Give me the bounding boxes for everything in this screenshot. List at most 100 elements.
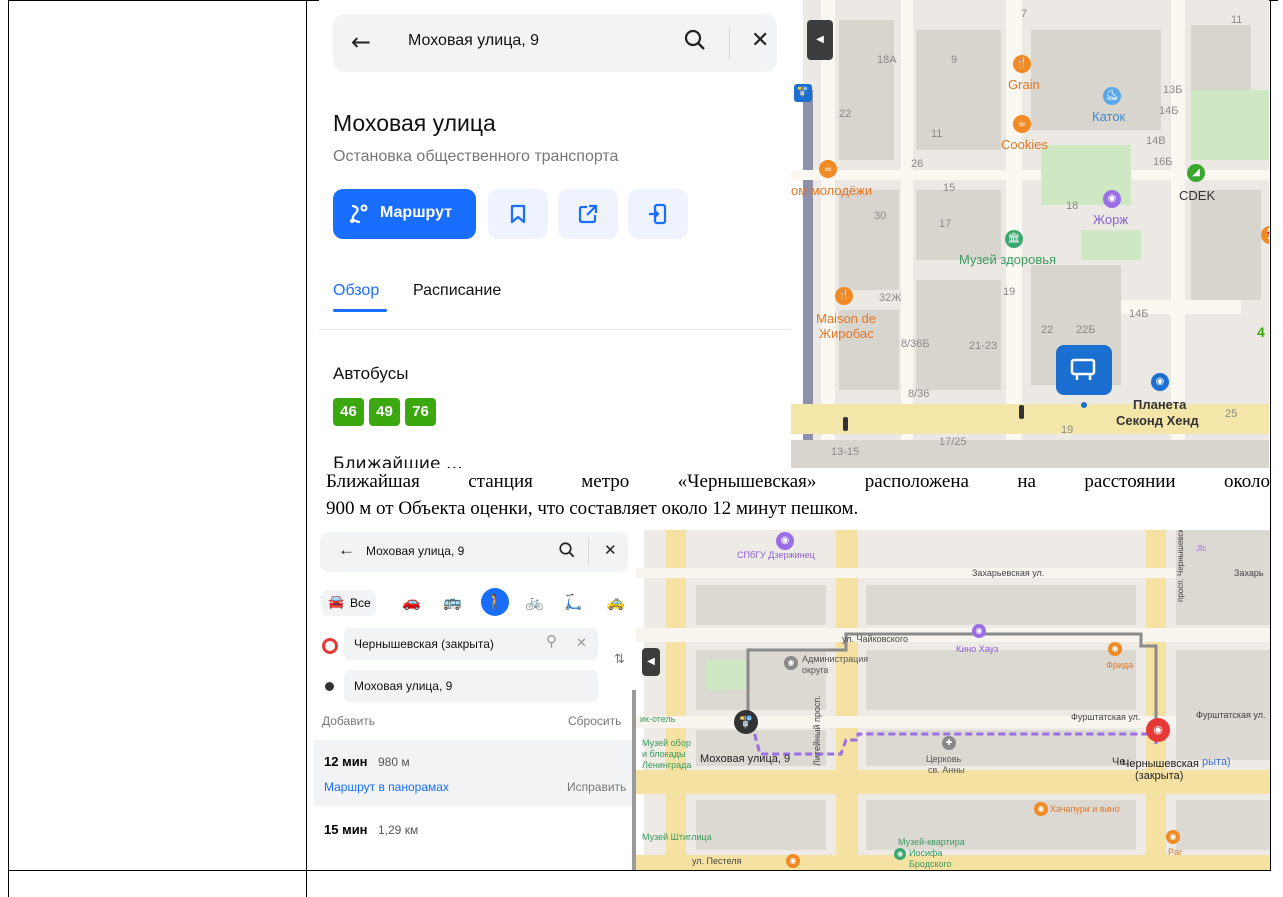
share-button[interactable] <box>558 189 618 239</box>
bus-stop-pin-dot <box>1081 402 1087 408</box>
cafe-icon[interactable]: ☕ <box>819 160 837 178</box>
swap-icon[interactable]: ⇅ <box>614 652 625 667</box>
search-input[interactable]: Моховая улица, 9 <box>408 32 539 50</box>
route-result[interactable]: 15 мин 1,29 км <box>314 808 636 852</box>
poi-label-khachapuri[interactable]: Хачапури и вино <box>1050 804 1120 814</box>
delivery-icon[interactable]: ◢ <box>1187 164 1205 182</box>
search-input[interactable]: Моховая улица, 9 <box>366 544 464 558</box>
back-arrow-icon[interactable]: ← <box>338 540 355 560</box>
poi-label-dom-molodezhi[interactable]: ом молодёжи <box>791 183 872 198</box>
poi-label-administration[interactable]: Администрация <box>802 654 868 664</box>
clear-icon[interactable]: ✕ <box>576 635 587 651</box>
search-icon[interactable] <box>683 28 707 56</box>
poi-label-cookies[interactable]: Cookies <box>1001 137 1048 152</box>
restaurant-icon[interactable]: 🍴 <box>1013 55 1031 73</box>
church-icon[interactable]: ✚ <box>942 736 956 750</box>
poi-label-katok[interactable]: Каток <box>1092 109 1125 124</box>
museum-icon[interactable]: 🏛 <box>1005 230 1023 248</box>
scooter-mode-icon[interactable]: 🛴 <box>564 593 583 611</box>
to-field[interactable]: Моховая улица, 9 <box>344 670 598 702</box>
shop-icon[interactable]: ◉ <box>1151 373 1169 391</box>
museum-icon[interactable]: ◉ <box>894 848 906 860</box>
bus-route-badge[interactable]: 49 <box>369 398 400 426</box>
route-button[interactable]: Маршрут <box>333 189 476 239</box>
walk-mode-icon[interactable]: 🚶 <box>481 588 509 616</box>
poi-label-grain[interactable]: Grain <box>1008 77 1040 92</box>
poi-label-museum[interactable]: Музей-квартира <box>898 837 965 847</box>
bus-route-badge[interactable]: 46 <box>333 398 364 426</box>
poi-label-cdek[interactable]: CDEK <box>1179 188 1215 203</box>
bus-stop-marker[interactable] <box>1056 345 1112 395</box>
search-bar[interactable]: ← Моховая улица, 9 ✕ <box>333 14 777 72</box>
search-icon[interactable] <box>558 541 576 564</box>
add-point-link[interactable]: Добавить <box>322 714 375 728</box>
house-number: 17/25 <box>939 436 967 448</box>
bike-mode-icon[interactable]: 🚲 <box>525 593 544 611</box>
restaurant-icon[interactable]: 🍴 <box>835 287 853 305</box>
route-result-selected[interactable]: 12 мин 980 м Маршрут в панорамах Исправи… <box>314 740 636 806</box>
tab-overview[interactable]: Обзор <box>333 282 379 300</box>
skating-icon[interactable]: ⛸ <box>1103 87 1121 105</box>
university-icon[interactable]: ◉ <box>776 532 794 550</box>
cafe-icon[interactable]: ☕ <box>1013 115 1031 133</box>
poi-label-museum[interactable]: Музей Штиглица <box>642 832 712 842</box>
cinema-icon[interactable]: ◉ <box>972 624 986 638</box>
reset-link[interactable]: Сбросить <box>568 714 621 728</box>
fix-route-link[interactable]: Исправить <box>567 780 626 794</box>
poi-label-museum[interactable]: Музей обор <box>642 738 691 748</box>
cafe-icon[interactable]: ◉ <box>1166 830 1180 844</box>
poi-label-museum[interactable]: Музей здоровья <box>959 252 1056 267</box>
map-screenshot-stop-card: ← Моховая улица, 9 ✕ Моховая улица Остан… <box>319 0 1269 468</box>
poi-label-planeta[interactable]: Планета <box>1133 397 1186 412</box>
mode-all-button[interactable]: 🚘 Все <box>322 590 376 616</box>
entertainment-icon[interactable]: ◉ <box>1103 190 1121 208</box>
from-field[interactable]: Чернышевская (закрыта) ⚲ ✕ <box>344 628 598 660</box>
bus-stop-icon[interactable]: 🚏 <box>794 84 812 102</box>
poi-label-museum[interactable]: Бродского <box>909 859 952 869</box>
route-search-bar[interactable]: ← Моховая улица, 9 ✕ <box>320 532 628 572</box>
taxi-mode-icon[interactable]: 🚕 <box>606 593 625 611</box>
poi-label-zhirobas[interactable]: Жиробас <box>819 326 874 341</box>
origin-label[interactable]: Чернышевская <box>1122 758 1199 770</box>
origin-label[interactable]: (закрыта) <box>1135 770 1183 782</box>
tab-schedule[interactable]: Расписание <box>413 282 501 300</box>
poi-label-museum[interactable]: и блокады <box>642 749 686 759</box>
back-arrow-icon[interactable]: ← <box>351 28 371 56</box>
poi-label-second-hand[interactable]: Секонд Хенд <box>1116 413 1199 428</box>
cafe-icon[interactable]: ◉ <box>786 854 800 868</box>
close-icon[interactable]: ✕ <box>751 28 769 53</box>
government-icon[interactable]: ◉ <box>784 656 798 670</box>
map-view[interactable]: ◀ 🚏 7 11 18А 9 13Б 22 14Б 11 14В 26 16Б … <box>791 0 1269 468</box>
restaurant-icon[interactable]: ◉ <box>1034 802 1048 816</box>
poi-label-kino[interactable]: Кино Хауз <box>956 644 998 654</box>
poi-label-frida[interactable]: Фрида <box>1106 660 1133 670</box>
poi-label-museum[interactable]: Ленинграда <box>642 760 691 770</box>
metro-station-marker[interactable]: ◉ <box>1146 718 1170 742</box>
bus-stop-marker[interactable]: 🚏 <box>734 710 758 734</box>
route-map-view[interactable]: ◀ ◉ СПбГУ Дзержинец Захарьевская ул. Зах… <box>636 530 1270 870</box>
search-icon[interactable]: ⚲ <box>546 632 557 650</box>
bus-route-badge[interactable]: 76 <box>405 398 436 426</box>
transit-mode-icon[interactable]: 🚌 <box>443 593 462 611</box>
poi-label-maison[interactable]: Maison de <box>816 311 876 326</box>
poi-label-spbgu[interactable]: СПбГУ Дзержинец <box>737 550 815 560</box>
poi-label-church[interactable]: Церковь <box>926 754 961 764</box>
poi-label-museum[interactable]: Иосифа <box>909 848 942 858</box>
bookmark-button[interactable] <box>488 189 548 239</box>
send-to-phone-button[interactable] <box>628 189 688 239</box>
cafe-icon[interactable]: ◉ <box>1108 642 1122 656</box>
poi-label-hotel[interactable]: ик-отель <box>640 714 675 724</box>
poi-label-par[interactable]: Par <box>1168 847 1182 857</box>
destination-label[interactable]: Моховая улица, 9 <box>700 753 790 765</box>
poi-label-okruga[interactable]: округа <box>802 665 828 675</box>
close-icon[interactable]: ✕ <box>604 541 617 559</box>
route-icon <box>347 202 371 231</box>
poi-label-church[interactable]: св. Анны <box>928 765 965 775</box>
car-mode-icon[interactable]: 🚗 <box>402 593 421 611</box>
table-column-divider <box>306 0 307 897</box>
poi-label-zhorzh[interactable]: Жорж <box>1093 212 1128 227</box>
poi-label-jfc[interactable]: Jfc <box>1196 544 1206 553</box>
collapse-panel-button[interactable]: ◀ <box>807 20 833 60</box>
panorama-route-link[interactable]: Маршрут в панорамах <box>324 780 449 794</box>
collapse-panel-button[interactable]: ◀ <box>642 648 660 676</box>
